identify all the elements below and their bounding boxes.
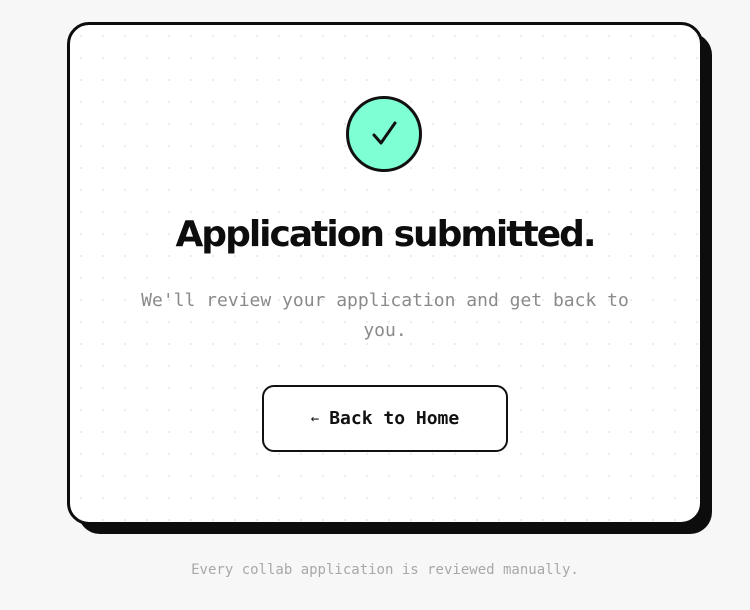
success-badge <box>346 96 422 172</box>
checkmark-icon <box>372 121 397 145</box>
back-to-home-label: Back to Home <box>329 408 460 429</box>
back-to-home-button[interactable]: ← Back to Home <box>262 385 508 452</box>
confirmation-card: Application submitted. We'll review your… <box>67 22 703 525</box>
confirmation-message: We'll review your application and get ba… <box>141 290 629 341</box>
arrow-left-icon: ← <box>310 410 320 427</box>
footer-note: Every collab application is reviewed man… <box>191 562 579 578</box>
page-title: Application submitted. <box>175 214 596 255</box>
